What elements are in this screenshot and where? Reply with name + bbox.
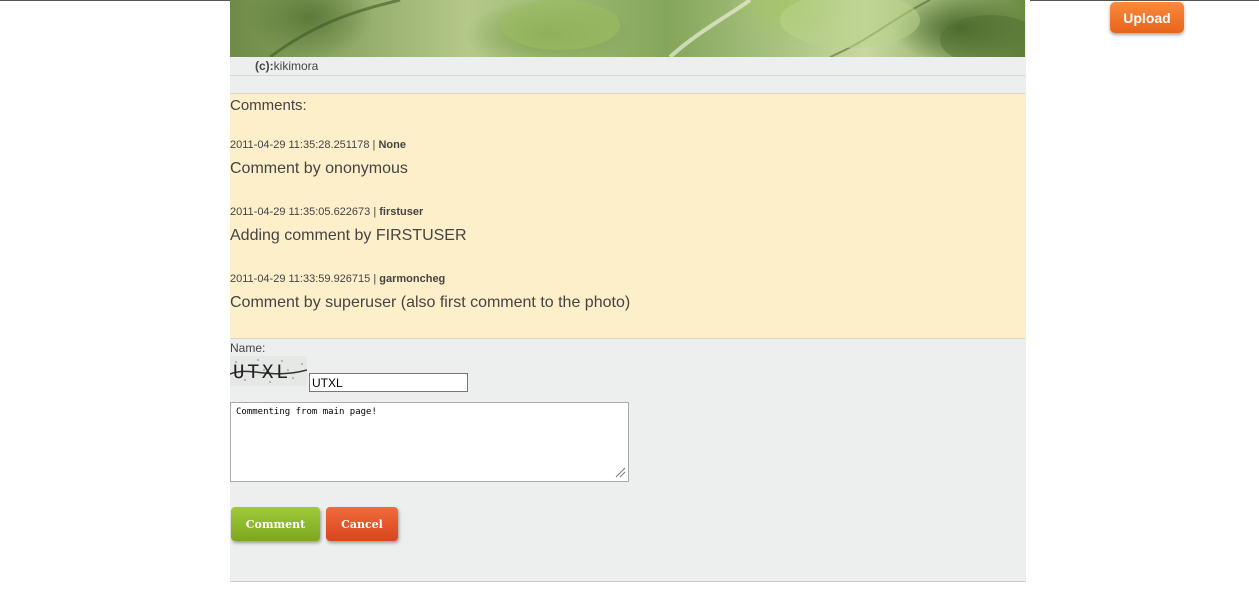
comment-author: garmoncheg xyxy=(379,273,446,285)
top-divider-left xyxy=(0,0,230,1)
comment-author: None xyxy=(378,139,406,151)
comment-button[interactable]: Comment xyxy=(231,507,320,541)
name-label: Name: xyxy=(230,341,266,355)
comments-title: Comments: xyxy=(230,97,307,114)
comment-text: Adding comment by FIRSTUSER xyxy=(230,227,467,244)
comment-timestamp: 2011-04-29 11:35:05.622673 xyxy=(230,206,371,218)
credit-author: kikimora xyxy=(273,59,319,73)
captcha-input[interactable] xyxy=(309,373,468,392)
comment-timestamp: 2011-04-29 11:35:28.251178 xyxy=(230,139,370,151)
comment-separator: | xyxy=(370,273,380,285)
comment-meta: 2011-04-29 11:35:28.251178 | None xyxy=(230,139,406,151)
comment-timestamp: 2011-04-29 11:33:59.926715 xyxy=(230,273,371,285)
photo-credit: (c):kikimora xyxy=(255,59,318,73)
comment-separator: | xyxy=(370,206,380,218)
resize-grip-icon[interactable] xyxy=(615,467,626,478)
comment-textarea[interactable]: Commenting from main page! xyxy=(230,402,629,482)
captcha-image: UTXL xyxy=(230,356,307,386)
captcha-text: UTXL xyxy=(233,361,291,383)
comment-author: firstuser xyxy=(379,206,424,218)
upload-button[interactable]: Upload xyxy=(1110,2,1184,33)
photo-image xyxy=(230,0,1025,57)
credit-prefix: (c): xyxy=(255,59,274,73)
comment-text: Comment by ononymous xyxy=(230,160,408,177)
photo-detail-panel: (c):kikimora Comments: 2011-04-29 11:35:… xyxy=(230,0,1026,582)
comment-text: Comment by superuser (also first comment… xyxy=(230,294,631,311)
top-divider-right xyxy=(1030,0,1259,1)
comments-section: Comments: 2011-04-29 11:35:28.251178 | N… xyxy=(230,93,1025,339)
comment-meta: 2011-04-29 11:33:59.926715 | garmoncheg xyxy=(230,273,445,285)
credit-divider xyxy=(230,75,1025,76)
cancel-button[interactable]: Cancel xyxy=(326,507,398,541)
comment-meta: 2011-04-29 11:35:05.622673 | firstuser xyxy=(230,206,423,218)
